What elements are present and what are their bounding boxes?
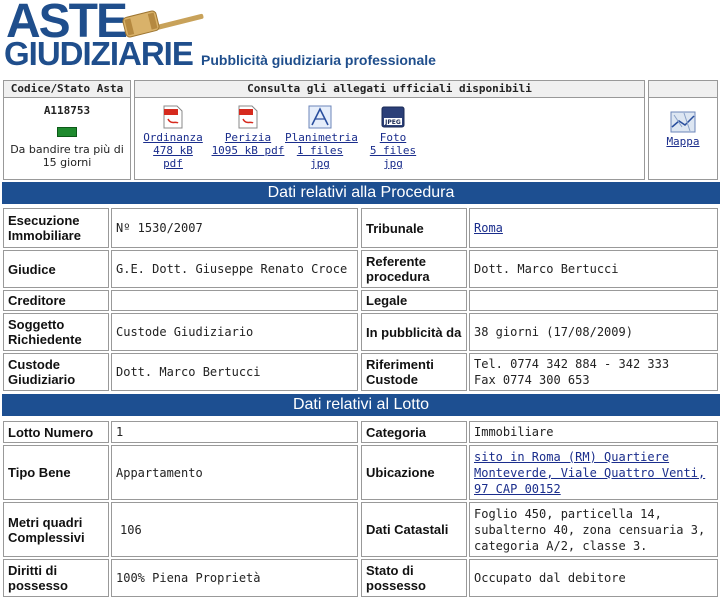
- attachment-name[interactable]: Perizia: [211, 131, 285, 144]
- metri-quadri-number: 106: [120, 522, 142, 537]
- label-categoria: Categoria: [361, 421, 467, 443]
- attachment-info[interactable]: 5 files jpg: [361, 144, 425, 170]
- attachments-header: Consulta gli allegati ufficiali disponib…: [135, 81, 644, 98]
- label-lotto-numero: Lotto Numero: [3, 421, 109, 443]
- section-lotto-title: Dati relativi al Lotto: [2, 394, 720, 416]
- value-referente: Dott. Marco Bertucci: [469, 250, 718, 288]
- label-referente: Referente procedura: [361, 250, 467, 288]
- value-riferimenti-custode: Tel. 0774 342 884 - 342 333 Fax 0774 300…: [469, 353, 718, 391]
- label-creditore: Creditore: [3, 290, 109, 311]
- label-stato-possesso: Stato di possesso: [361, 559, 467, 597]
- attachment-info[interactable]: 1 files jpg: [285, 144, 355, 170]
- asta-status-box: Codice/Stato Asta A118753 Da bandire tra…: [3, 80, 131, 180]
- value-tribunale: Roma: [469, 208, 718, 248]
- pdf-icon: [163, 105, 183, 129]
- value-creditore: [111, 290, 358, 311]
- tribunale-link[interactable]: Roma: [474, 220, 503, 236]
- label-dati-catastali: Dati Catastali: [361, 502, 467, 557]
- attachment-foto[interactable]: JPEG Foto 5 files jpg: [361, 105, 425, 170]
- attachment-info[interactable]: 478 kB pdf: [141, 144, 205, 170]
- attachment-name[interactable]: Foto: [361, 131, 425, 144]
- label-in-pubblicita: In pubblicità da: [361, 313, 467, 351]
- attachment-info[interactable]: 1095 kB pdf: [211, 144, 285, 157]
- value-tipo-bene: Appartamento: [111, 445, 358, 500]
- label-tipo-bene: Tipo Bene: [3, 445, 109, 500]
- site-tagline: Pubblicità giudiziaria professionale: [201, 52, 436, 68]
- attachment-name[interactable]: Ordinanza: [141, 131, 205, 144]
- site-logo[interactable]: ASTE GIUDIZIARIE: [4, 0, 204, 72]
- value-in-pubblicita: 38 giorni (17/08/2009): [469, 313, 718, 351]
- map-icon: [670, 111, 696, 133]
- asta-status-header: Codice/Stato Asta: [4, 81, 130, 98]
- attachment-ordinanza[interactable]: Ordinanza 478 kB pdf: [141, 105, 205, 170]
- value-soggetto-richiedente: Custode Giudiziario: [111, 313, 358, 351]
- label-ubicazione: Ubicazione: [361, 445, 467, 500]
- value-lotto-numero: 1: [111, 421, 358, 443]
- value-metri-quadri: 106: [111, 502, 358, 557]
- status-indicator: [57, 127, 77, 137]
- label-riferimenti-custode: Riferimenti Custode: [361, 353, 467, 391]
- label-metri-quadri: Metri quadri Complessivi: [3, 502, 109, 557]
- value-giudice: G.E. Dott. Giuseppe Renato Croce: [111, 250, 358, 288]
- label-legale: Legale: [361, 290, 467, 311]
- label-tribunale: Tribunale: [361, 208, 467, 248]
- label-soggetto-richiedente: Soggetto Richiedente: [3, 313, 109, 351]
- status-text: Da bandire tra più di 15 giorni: [10, 143, 124, 169]
- attachment-planimetria[interactable]: Planimetria 1 files jpg: [285, 105, 358, 170]
- attachments-box: Consulta gli allegati ufficiali disponib…: [134, 80, 645, 180]
- map-label[interactable]: Mappa: [649, 135, 717, 148]
- gavel-icon: [122, 10, 204, 38]
- pdf-icon: [238, 105, 258, 129]
- label-esecuzione: Esecuzione Immobiliare: [3, 208, 109, 248]
- attachment-perizia[interactable]: Perizia 1095 kB pdf: [211, 105, 285, 157]
- value-categoria: Immobiliare: [469, 421, 718, 443]
- svg-text:JPEG: JPEG: [384, 119, 401, 126]
- value-esecuzione: Nº 1530/2007: [111, 208, 358, 248]
- value-dati-catastali: Foglio 450, particella 14, subalterno 40…: [469, 502, 718, 557]
- label-custode: Custode Giudiziario: [3, 353, 109, 391]
- ubicazione-link[interactable]: sito in Roma (RM) Quartiere Monteverde, …: [474, 449, 713, 497]
- label-giudice: Giudice: [3, 250, 109, 288]
- value-custode: Dott. Marco Bertucci: [111, 353, 358, 391]
- asta-code: A118753: [43, 104, 91, 117]
- map-link[interactable]: Mappa: [649, 111, 717, 148]
- attachment-name[interactable]: Planimetria: [285, 131, 358, 144]
- label-diritti-possesso: Diritti di possesso: [3, 559, 109, 597]
- value-ubicazione: sito in Roma (RM) Quartiere Monteverde, …: [469, 445, 718, 500]
- value-diritti-possesso: 100% Piena Proprietà: [111, 559, 358, 597]
- section-procedura-title: Dati relativi alla Procedura: [2, 182, 720, 204]
- plan-icon: [308, 105, 332, 129]
- map-header: [649, 81, 717, 98]
- value-legale: [469, 290, 718, 311]
- value-stato-possesso: Occupato dal debitore: [469, 559, 718, 597]
- map-box: Mappa: [648, 80, 718, 180]
- jpeg-icon: JPEG: [381, 106, 405, 128]
